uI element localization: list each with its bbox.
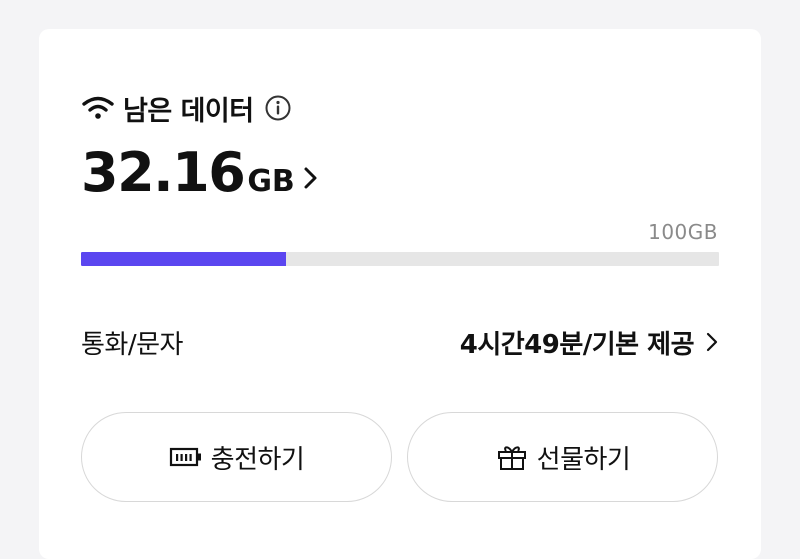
charge-button[interactable]: 충전하기	[81, 412, 392, 502]
remaining-data-unit: GB	[247, 164, 295, 199]
total-data-label: 100GB	[648, 220, 718, 244]
call-text-label: 통화/문자	[81, 329, 183, 360]
call-text-value: 4시간49분/기본 제공	[459, 329, 695, 360]
call-text-link[interactable]: 4시간49분/기본 제공	[460, 324, 718, 361]
data-usage-bar-fill	[81, 252, 287, 266]
info-icon[interactable]	[264, 94, 292, 122]
data-title: 남은 데이터	[123, 95, 254, 127]
data-usage-bar	[81, 252, 719, 266]
gift-icon	[497, 446, 526, 470]
chevron-right-icon	[304, 167, 317, 189]
card-header: 남은 데이터	[81, 91, 292, 127]
remaining-data-link[interactable]: 32.16 GB	[81, 141, 319, 205]
wifi-icon	[82, 96, 114, 119]
data-card: 남은 데이터 32.16 GB 100GB 통화/문자 4시간49분/기본 제공	[39, 29, 761, 559]
remaining-data-value: 32.16	[81, 141, 246, 204]
gift-button[interactable]: 선물하기	[407, 412, 718, 502]
gift-button-label: 선물하기	[536, 444, 631, 475]
call-text-row: 통화/문자 4시간49분/기본 제공	[81, 324, 718, 360]
charge-button-label: 충전하기	[210, 444, 305, 475]
battery-icon	[169, 447, 201, 467]
chevron-right-icon	[706, 332, 718, 352]
